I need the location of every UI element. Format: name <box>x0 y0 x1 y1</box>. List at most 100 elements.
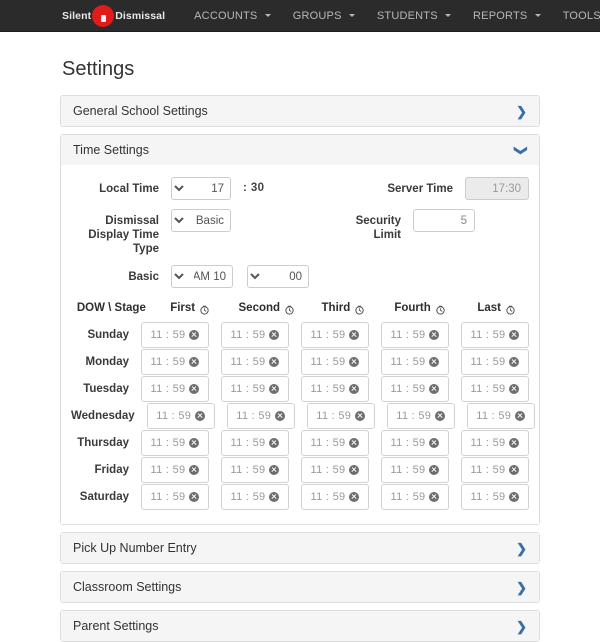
panel-header-time-settings[interactable]: Time Settings ❯ <box>61 135 539 165</box>
clear-time-icon[interactable] <box>429 384 439 394</box>
clear-time-icon[interactable] <box>189 465 199 475</box>
time-input-second[interactable]: 11 : 59 <box>227 403 295 429</box>
time-input-last[interactable]: 11 : 59 <box>461 430 529 456</box>
time-input-fourth[interactable]: 11 : 59 <box>381 322 449 348</box>
clear-time-icon[interactable] <box>349 330 359 340</box>
clear-time-icon[interactable] <box>189 384 199 394</box>
time-input-fourth[interactable]: 11 : 59 <box>381 376 449 402</box>
dismissal-display-type-select[interactable]: Basic <box>171 209 231 232</box>
time-input-third[interactable]: 11 : 59 <box>301 430 369 456</box>
chevron-down-icon <box>265 14 271 17</box>
schedule-rows-container: Sunday11 : 5911 : 5911 : 5911 : 5911 : 5… <box>71 322 529 510</box>
time-input-second[interactable]: 11 : 59 <box>221 322 289 348</box>
local-time-hour-select[interactable]: 17 <box>171 177 231 200</box>
clear-time-icon[interactable] <box>509 465 519 475</box>
clear-time-icon[interactable] <box>349 384 359 394</box>
time-input-third[interactable]: 11 : 59 <box>301 376 369 402</box>
time-input-third[interactable]: 11 : 59 <box>301 457 369 483</box>
security-limit-field[interactable] <box>413 209 475 232</box>
time-input-first[interactable]: 11 : 59 <box>141 484 209 510</box>
clear-time-icon[interactable] <box>269 438 279 448</box>
clear-time-icon[interactable] <box>195 411 205 421</box>
basic-minute-select[interactable]: 00 <box>247 265 309 288</box>
nav-item-tools[interactable]: TOOLS <box>552 4 600 28</box>
time-input-last[interactable]: 11 : 59 <box>461 349 529 375</box>
time-input-value: 11 : 59 <box>151 329 186 341</box>
clear-time-icon[interactable] <box>269 357 279 367</box>
time-input-first[interactable]: 11 : 59 <box>141 457 209 483</box>
clear-time-icon[interactable] <box>275 411 285 421</box>
time-input-third[interactable]: 11 : 59 <box>301 349 369 375</box>
time-input-last[interactable]: 11 : 59 <box>461 457 529 483</box>
time-input-last[interactable]: 11 : 59 <box>461 322 529 348</box>
time-input-fourth[interactable]: 11 : 59 <box>381 457 449 483</box>
clear-time-icon[interactable] <box>269 384 279 394</box>
time-input-second[interactable]: 11 : 59 <box>221 376 289 402</box>
clear-time-icon[interactable] <box>189 330 199 340</box>
time-input-first[interactable]: 11 : 59 <box>141 349 209 375</box>
clear-time-icon[interactable] <box>509 357 519 367</box>
time-input-value: 11 : 59 <box>311 329 346 341</box>
time-input-first[interactable]: 11 : 59 <box>141 376 209 402</box>
time-input-third[interactable]: 11 : 59 <box>307 403 375 429</box>
schedule-cell: 11 : 59 <box>141 457 209 483</box>
time-input-value: 11 : 59 <box>151 383 186 395</box>
clear-time-icon[interactable] <box>509 384 519 394</box>
time-input-fourth[interactable]: 11 : 59 <box>381 430 449 456</box>
clear-time-icon[interactable] <box>269 330 279 340</box>
basic-hour-select[interactable]: 10 AM <box>171 265 233 288</box>
clear-time-icon[interactable] <box>269 492 279 502</box>
schedule-cell: 11 : 59 <box>221 457 289 483</box>
basic-minute-control: 00 <box>233 265 309 288</box>
time-input-first[interactable]: 11 : 59 <box>141 322 209 348</box>
nav-item-students[interactable]: STUDENTS <box>366 4 462 28</box>
time-input-fourth[interactable]: 11 : 59 <box>387 403 455 429</box>
clear-time-icon[interactable] <box>509 438 519 448</box>
nav-item-groups[interactable]: GROUPS <box>282 4 366 28</box>
panel-header-classroom-settings[interactable]: Classroom Settings ❯ <box>61 572 539 602</box>
nav-item-reports[interactable]: REPORTS <box>462 4 552 28</box>
time-input-second[interactable]: 11 : 59 <box>221 484 289 510</box>
time-input-second[interactable]: 11 : 59 <box>221 430 289 456</box>
clear-time-icon[interactable] <box>429 357 439 367</box>
time-input-fourth[interactable]: 11 : 59 <box>381 484 449 510</box>
clear-time-icon[interactable] <box>429 492 439 502</box>
clear-time-icon[interactable] <box>509 330 519 340</box>
panel-header-pick-up-number-entry[interactable]: Pick Up Number Entry ❯ <box>61 533 539 563</box>
time-input-first[interactable]: 11 : 59 <box>147 403 215 429</box>
time-input-value: 11 : 59 <box>391 437 426 449</box>
clear-time-icon[interactable] <box>435 411 445 421</box>
clear-time-icon[interactable] <box>349 492 359 502</box>
clear-time-icon[interactable] <box>189 357 199 367</box>
clear-time-icon[interactable] <box>429 438 439 448</box>
time-input-second[interactable]: 11 : 59 <box>221 457 289 483</box>
clear-time-icon[interactable] <box>349 438 359 448</box>
nav-item-accounts[interactable]: ACCOUNTS <box>183 4 282 28</box>
clear-time-icon[interactable] <box>349 465 359 475</box>
clear-time-icon[interactable] <box>189 492 199 502</box>
clear-time-icon[interactable] <box>429 330 439 340</box>
clear-time-icon[interactable] <box>515 411 525 421</box>
schedule-cell: 11 : 59 <box>387 403 455 429</box>
schedule-cell: 11 : 59 <box>461 322 529 348</box>
panel-header-general-school-settings[interactable]: General School Settings ❯ <box>61 96 539 126</box>
clear-time-icon[interactable] <box>349 357 359 367</box>
time-input-value: 11 : 59 <box>396 410 431 422</box>
panel-header-parent-settings[interactable]: Parent Settings ❯ <box>61 611 539 641</box>
time-input-value: 11 : 59 <box>311 491 346 503</box>
clear-time-icon[interactable] <box>509 492 519 502</box>
clear-time-icon[interactable] <box>189 438 199 448</box>
clear-time-icon[interactable] <box>355 411 365 421</box>
clear-time-icon[interactable] <box>269 465 279 475</box>
time-input-last[interactable]: 11 : 59 <box>467 403 535 429</box>
time-input-last[interactable]: 11 : 59 <box>461 376 529 402</box>
time-input-first[interactable]: 11 : 59 <box>141 430 209 456</box>
brand-logo[interactable]: Silent Dismissal <box>62 5 165 27</box>
time-input-last[interactable]: 11 : 59 <box>461 484 529 510</box>
clear-time-icon[interactable] <box>429 465 439 475</box>
time-input-third[interactable]: 11 : 59 <box>301 484 369 510</box>
nav-item-reports-label: REPORTS <box>473 10 527 22</box>
time-input-fourth[interactable]: 11 : 59 <box>381 349 449 375</box>
time-input-third[interactable]: 11 : 59 <box>301 322 369 348</box>
time-input-second[interactable]: 11 : 59 <box>221 349 289 375</box>
